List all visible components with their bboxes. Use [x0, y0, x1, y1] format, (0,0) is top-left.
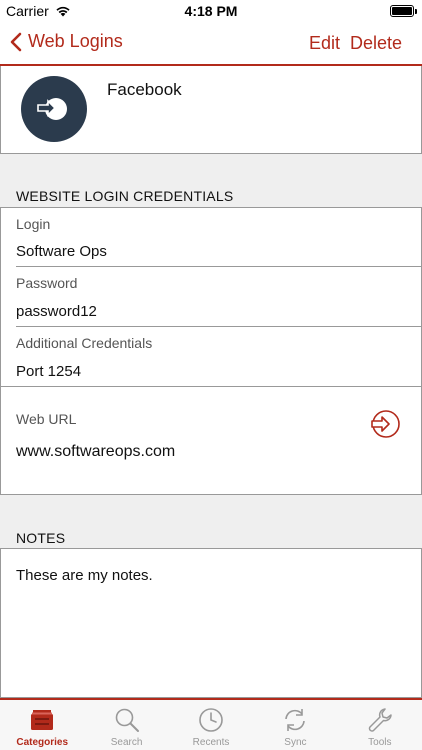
tab-sync[interactable]: Sync — [253, 700, 337, 750]
categories-icon — [31, 710, 54, 730]
additional-credentials-label: Additional Credentials — [16, 335, 153, 351]
open-url-icon[interactable] — [369, 408, 401, 440]
tab-categories[interactable]: Categories — [0, 700, 84, 750]
search-icon — [115, 708, 139, 732]
password-label: Password — [16, 275, 78, 291]
tab-search[interactable]: Search — [84, 700, 168, 750]
tab-categories-label: Categories — [16, 737, 69, 748]
notes-section-title: NOTES — [16, 530, 66, 546]
login-arrow-icon — [37, 98, 67, 120]
sync-icon — [285, 709, 306, 731]
battery-icon — [390, 5, 417, 17]
login-row[interactable]: Login Software Ops — [1, 208, 421, 266]
login-label: Login — [16, 216, 51, 232]
delete-button[interactable]: Delete — [350, 33, 402, 54]
status-bar: Carrier 4:18 PM — [0, 0, 422, 22]
tab-tools-label: Tools — [368, 737, 392, 748]
web-url-row[interactable]: Web URL www.softwareops.com — [1, 387, 421, 495]
password-row[interactable]: Password password12 — [1, 267, 421, 326]
back-button[interactable]: Web Logins — [10, 31, 123, 52]
credentials-section-title: WEBSITE LOGIN CREDENTIALS — [16, 188, 234, 204]
entry-avatar — [21, 76, 87, 142]
edit-button[interactable]: Edit — [309, 33, 340, 54]
notes-card[interactable]: These are my notes. — [0, 548, 422, 698]
tab-tools[interactable]: Tools — [338, 700, 422, 750]
chevron-left-icon — [10, 32, 22, 51]
web-url-value: www.softwareops.com — [16, 443, 176, 460]
additional-credentials-value: Port 1254 — [16, 363, 82, 380]
tab-recents[interactable]: Recents — [169, 700, 253, 750]
wrench-icon — [368, 708, 392, 732]
tab-sync-label: Sync — [284, 737, 307, 748]
password-value: password12 — [16, 303, 97, 320]
status-time: 4:18 PM — [184, 3, 238, 19]
entry-title: Facebook — [107, 80, 182, 99]
credentials-card: Login Software Ops Password password12 A… — [0, 207, 422, 495]
navigation-bar: Web Logins Edit Delete — [0, 22, 422, 66]
tab-recents-label: Recents — [192, 737, 230, 748]
login-value: Software Ops — [16, 243, 107, 260]
web-url-label: Web URL — [16, 411, 77, 427]
tab-bar: Categories Search Recents Sync Tools — [0, 698, 422, 750]
entry-header: Facebook — [0, 66, 422, 154]
additional-credentials-row[interactable]: Additional Credentials Port 1254 — [1, 327, 421, 386]
notes-text: These are my notes. — [16, 567, 153, 584]
tab-search-label: Search — [110, 737, 143, 748]
clock-icon — [199, 708, 223, 732]
back-button-label: Web Logins — [28, 31, 123, 51]
